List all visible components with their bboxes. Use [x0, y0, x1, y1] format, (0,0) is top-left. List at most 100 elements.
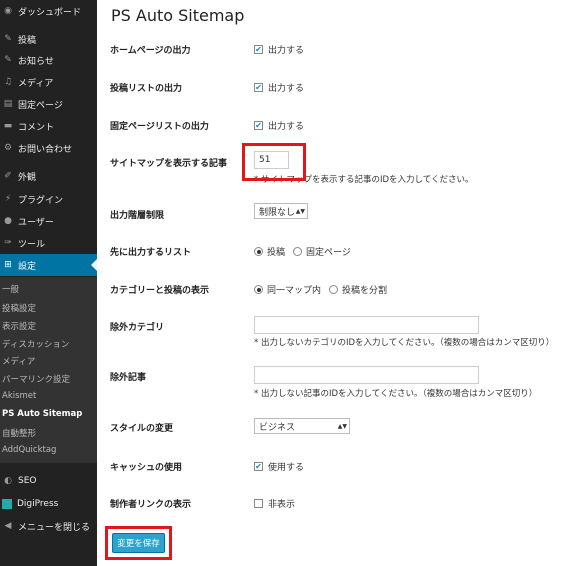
display-radio-split-posts[interactable] [329, 285, 339, 294]
sidebar-item-label: 投稿 [18, 35, 37, 46]
first-list-option-posts: 投稿 [267, 248, 286, 258]
author-link-control[interactable]: 非表示 [254, 497, 295, 510]
post-list-output-label: 投稿リストの出力 [110, 84, 183, 94]
sidebar-item-news[interactable]: ✎ お知らせ [0, 49, 97, 71]
page-list-output-label: 固定ページリストの出力 [110, 122, 209, 132]
sidebar-item-media[interactable]: ♫ メディア [0, 71, 97, 93]
first-list-radio-posts[interactable] [254, 247, 263, 256]
page-list-output-checkbox[interactable]: ✔ [254, 121, 263, 130]
sidebar-item-contact[interactable]: ⚙ お問い合わせ [0, 137, 97, 159]
sidebar-item-label: 設定 [18, 261, 37, 272]
sidebar-item-label: プラグイン [18, 195, 64, 206]
post-list-output-control[interactable]: ✔ 出力する [254, 81, 304, 94]
submenu-item-akismet[interactable]: Akismet [2, 391, 36, 401]
home-output-checkbox[interactable]: ✔ [254, 45, 263, 54]
select-arrow-icon: ▲▼ [295, 208, 305, 215]
sidebar-item-digipress[interactable]: DigiPress [0, 493, 97, 515]
submenu-item-discussion[interactable]: ディスカッション [2, 338, 69, 350]
settings-submenu: 一般 投稿設定 表示設定 ディスカッション メディア パーマリンク設定 Akis… [0, 277, 97, 463]
admin-sidebar: ◉ ダッシュボード ✎ 投稿 ✎ お知らせ ♫ メディア ▤ 固定ページ ▬ コメント ⚙ お… [0, 0, 97, 566]
wrench-icon: ✑ [4, 238, 12, 248]
home-output-control[interactable]: ✔ 出力する [254, 43, 304, 56]
page-title: PS Auto Sitemap [111, 6, 245, 25]
author-link-option-label: 非表示 [268, 500, 296, 510]
sidebar-item-settings[interactable]: ⊞ 設定 [0, 254, 97, 276]
submenu-item-addquicktag[interactable]: AddQuicktag [2, 445, 56, 455]
sidebar-item-tools[interactable]: ✑ ツール [0, 232, 97, 254]
exclude-post-input[interactable] [254, 366, 479, 384]
exclude-category-input[interactable] [254, 316, 479, 334]
sidebar-item-pages[interactable]: ▤ 固定ページ [0, 93, 97, 115]
submenu-item-auto-format[interactable]: 自動整形 [2, 427, 36, 439]
highlight-sitemap-input [242, 143, 306, 181]
post-list-output-option-label: 出力する [268, 84, 305, 94]
first-list-label: 先に出力するリスト [110, 248, 192, 258]
page-list-output-control[interactable]: ✔ 出力する [254, 119, 304, 132]
submenu-item-reading[interactable]: 表示設定 [2, 320, 36, 332]
sidebar-item-dashboard[interactable]: ◉ ダッシュボード [0, 0, 97, 22]
sidebar-item-label: DigiPress [17, 499, 59, 509]
style-selected: ビジネス [259, 422, 296, 433]
highlight-save-button [105, 526, 172, 560]
pin-icon: ✎ [4, 34, 12, 44]
sidebar-item-plugins[interactable]: ⚡ プラグイン [0, 188, 97, 210]
sidebar-item-label: ツール [18, 239, 46, 250]
settings-icon: ⊞ [4, 260, 12, 270]
display-radio-same-map[interactable] [254, 285, 263, 294]
exclude-post-label: 除外記事 [110, 373, 147, 383]
user-icon: ● [4, 216, 12, 226]
brush-icon: ✐ [4, 171, 12, 181]
category-post-display-radio-group: 同一マップ内 投稿を分割 [254, 283, 387, 296]
sidebar-item-posts[interactable]: ✎ 投稿 [0, 28, 97, 50]
collapse-menu-button[interactable]: ◀ メニューを閉じる [0, 515, 97, 537]
cache-label: キャッシュの使用 [110, 463, 183, 473]
collapse-arrow-icon: ◀ [4, 521, 12, 531]
sidebar-item-label: ユーザー [18, 217, 54, 228]
submenu-item-permalink[interactable]: パーマリンク設定 [2, 373, 70, 385]
display-option-same-map: 同一マップ内 [267, 286, 322, 296]
submenu-item-ps-auto-sitemap[interactable]: PS Auto Sitemap [2, 409, 82, 419]
submenu-item-writing[interactable]: 投稿設定 [2, 302, 36, 314]
sidebar-item-label: お問い合わせ [18, 144, 73, 155]
sidebar-item-appearance[interactable]: ✐ 外観 [0, 165, 97, 187]
style-label: スタイルの変更 [110, 424, 174, 434]
sidebar-item-label: メニューを閉じる [18, 522, 91, 533]
sidebar-item-label: お知らせ [18, 56, 54, 67]
sidebar-item-label: ダッシュボード [18, 7, 82, 18]
cache-option-label: 使用する [268, 463, 305, 473]
first-list-option-pages: 固定ページ [306, 248, 351, 258]
sidebar-item-label: 外観 [18, 172, 37, 183]
sidebar-item-seo[interactable]: ◐ SEO [0, 470, 97, 492]
home-output-label: ホームページの出力 [110, 46, 191, 56]
sidebar-item-users[interactable]: ● ユーザー [0, 210, 97, 232]
cache-control[interactable]: ✔ 使用する [254, 460, 304, 473]
sidebar-item-label: 固定ページ [18, 100, 63, 111]
display-option-split-posts: 投稿を分割 [342, 286, 388, 296]
seo-icon: ◐ [4, 476, 12, 486]
author-link-checkbox[interactable] [254, 499, 263, 508]
gear-icon: ⚙ [3, 143, 13, 153]
sidebar-item-label: メディア [18, 78, 54, 89]
sidebar-item-comments[interactable]: ▬ コメント [0, 115, 97, 137]
select-arrow-icon: ▲▼ [337, 423, 347, 430]
settings-panel: PS Auto Sitemap ホームページの出力 ✔ 出力する 投稿リストの出力… [97, 0, 580, 566]
media-icon: ♫ [3, 77, 13, 87]
pin-icon: ✎ [4, 55, 12, 65]
first-list-radio-pages[interactable] [293, 247, 303, 256]
sidebar-item-label: コメント [18, 122, 55, 133]
submenu-item-general[interactable]: 一般 [2, 283, 19, 295]
depth-limit-label: 出力階層制限 [110, 211, 165, 221]
exclude-post-help-text: * 出力しない記事のIDを入力してください。（複数の場合はカンマ区切り） [254, 389, 538, 399]
home-output-option-label: 出力する [268, 46, 305, 56]
first-list-radio-group: 投稿 固定ページ [254, 245, 351, 258]
page-icon: ▤ [3, 99, 13, 109]
cache-checkbox[interactable]: ✔ [254, 462, 263, 471]
exclude-category-label: 除外カテゴリ [110, 323, 165, 333]
style-select[interactable]: ビジネス ▲▼ [254, 418, 350, 434]
sitemap-page-label: サイトマップを表示する記事 [110, 159, 228, 169]
page-list-output-option-label: 出力する [268, 122, 305, 132]
depth-limit-select[interactable]: 制限なし ▲▼ [254, 203, 308, 219]
submenu-item-media[interactable]: メディア [2, 355, 35, 367]
post-list-output-checkbox[interactable]: ✔ [254, 83, 263, 92]
depth-limit-selected: 制限なし [259, 207, 296, 218]
